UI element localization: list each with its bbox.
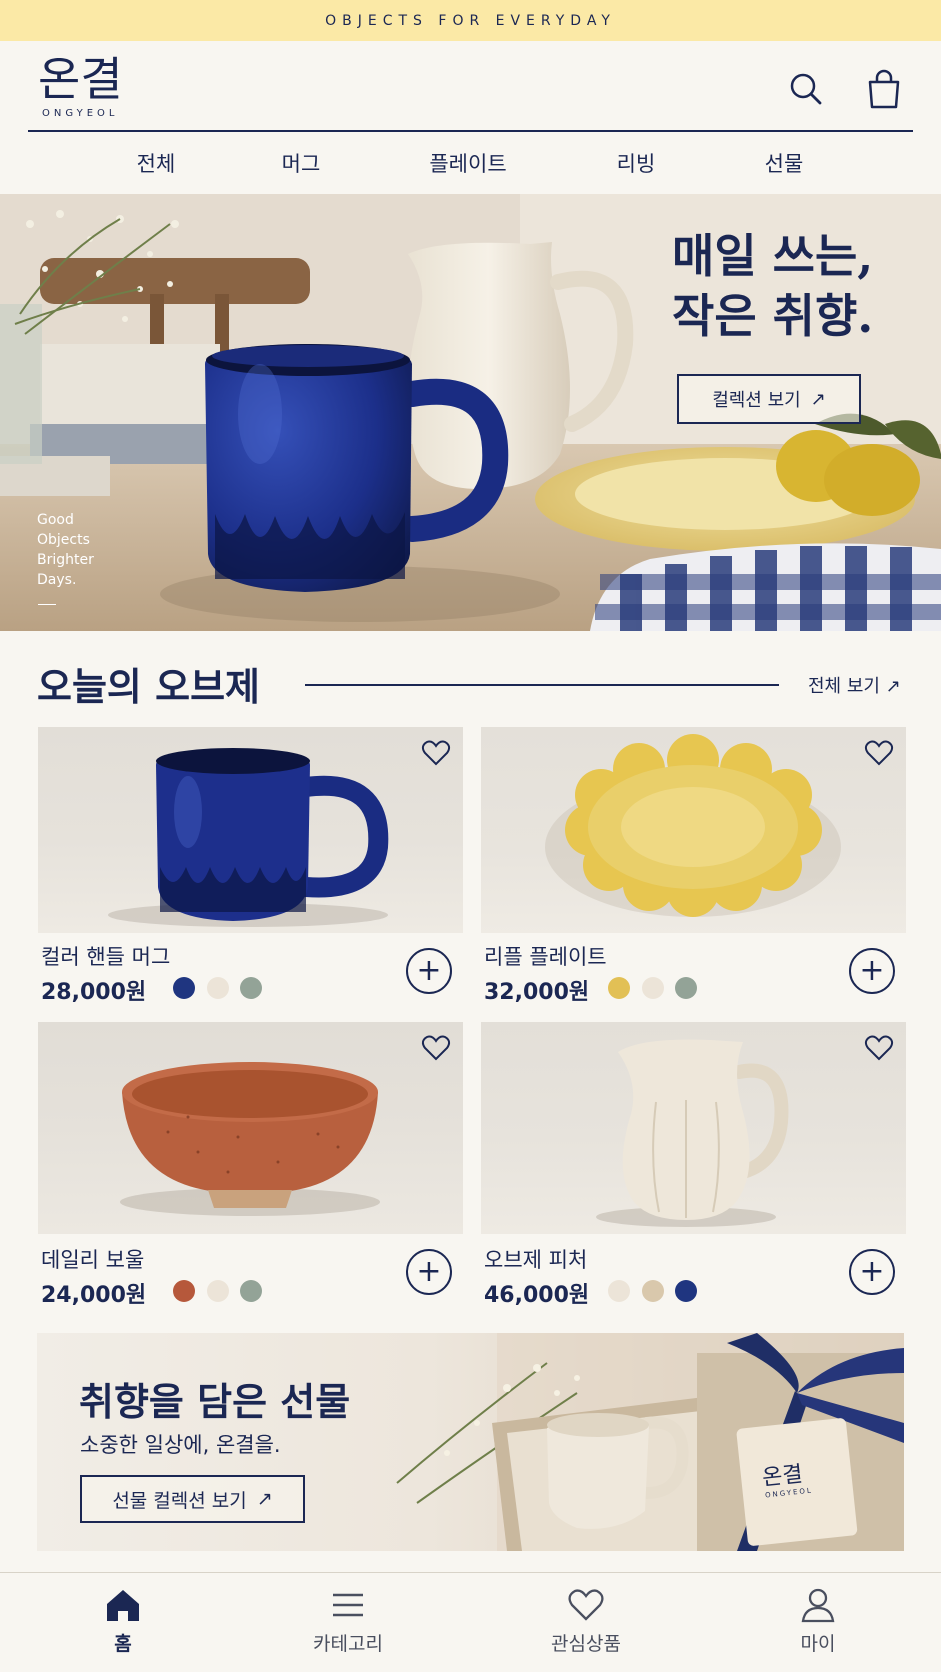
color-swatch[interactable] bbox=[173, 977, 195, 999]
wishlist-heart-icon[interactable] bbox=[864, 738, 894, 768]
hero-title: 매일 쓰는, 작은 취향. bbox=[672, 226, 873, 346]
hero-title-line2: 작은 취향. bbox=[672, 289, 874, 343]
product-price: 24,000원 bbox=[41, 1283, 147, 1308]
product-image-pitcher[interactable] bbox=[481, 1022, 906, 1234]
color-swatch[interactable] bbox=[608, 1280, 630, 1302]
arrow-up-right-icon: ↗ bbox=[256, 1488, 273, 1510]
arrow-up-right-icon: ↗ bbox=[885, 676, 901, 697]
view-all-label: 전체 보기 bbox=[808, 676, 880, 697]
nav-item-gift[interactable]: 선물 bbox=[765, 148, 804, 178]
user-icon bbox=[801, 1588, 835, 1623]
nav-item-all[interactable]: 전체 bbox=[137, 148, 176, 178]
section-title: 오늘의 오브제 bbox=[37, 664, 260, 709]
view-all-link[interactable]: 전체 보기 ↗ bbox=[808, 672, 901, 698]
wishlist-heart-icon[interactable] bbox=[421, 1033, 451, 1063]
bottom-nav: 홈 카테고리 관심상품 마이 bbox=[0, 1572, 941, 1672]
add-to-cart-button[interactable]: + bbox=[849, 948, 895, 994]
nav-item-mug[interactable]: 머그 bbox=[282, 148, 321, 178]
color-swatch[interactable] bbox=[608, 977, 630, 999]
product-name[interactable]: 컬러 핸들 머그 bbox=[41, 941, 170, 971]
bottom-nav-wishlist[interactable]: 관심상품 bbox=[526, 1587, 646, 1656]
hero-banner[interactable]: 매일 쓰는, 작은 취향. 컬렉션 보기 ↗ Good Objects Brig… bbox=[0, 194, 941, 631]
color-swatch[interactable] bbox=[240, 977, 262, 999]
gift-banner-title: 취향을 담은 선물 bbox=[79, 1379, 351, 1424]
product-name[interactable]: 오브제 피처 bbox=[484, 1244, 587, 1274]
nav-item-living[interactable]: 리빙 bbox=[617, 148, 656, 178]
color-swatch[interactable] bbox=[173, 1280, 195, 1302]
arrow-up-right-icon: ↗ bbox=[810, 388, 826, 410]
color-swatch[interactable] bbox=[642, 1280, 664, 1302]
home-icon bbox=[107, 1590, 139, 1621]
hero-side-line: Good bbox=[37, 512, 74, 528]
gift-collection-button[interactable]: 선물 컬렉션 보기 ↗ bbox=[80, 1475, 305, 1523]
add-to-cart-button[interactable]: + bbox=[406, 948, 452, 994]
add-to-cart-button[interactable]: + bbox=[849, 1249, 895, 1295]
announcement-bar: OBJECTS FOR EVERYDAY bbox=[0, 0, 941, 41]
color-swatch[interactable] bbox=[642, 977, 664, 999]
bottom-nav-label: 관심상품 bbox=[551, 1633, 621, 1655]
bottom-nav-label: 마이 bbox=[800, 1633, 836, 1655]
header: 온결 ONGYEOL bbox=[0, 41, 941, 131]
product-price: 28,000원 bbox=[41, 980, 147, 1005]
wishlist-heart-icon[interactable] bbox=[864, 1033, 894, 1063]
search-icon[interactable] bbox=[786, 69, 826, 109]
add-to-cart-button[interactable]: + bbox=[406, 1249, 452, 1295]
color-swatch[interactable] bbox=[207, 1280, 229, 1302]
hero-side-line: Days. bbox=[37, 572, 77, 588]
logo-subtitle: ONGYEOL bbox=[42, 108, 119, 119]
collection-button[interactable]: 컬렉션 보기 ↗ bbox=[677, 374, 861, 424]
product-price: 32,000원 bbox=[484, 980, 590, 1005]
color-swatch[interactable] bbox=[240, 1280, 262, 1302]
product-image-plate[interactable] bbox=[481, 727, 906, 933]
nav-item-plate[interactable]: 플레이트 bbox=[429, 148, 506, 178]
wishlist-heart-icon[interactable] bbox=[421, 738, 451, 768]
hero-side-line: Brighter bbox=[37, 552, 94, 568]
product-name[interactable]: 데일리 보울 bbox=[41, 1244, 144, 1274]
color-swatch[interactable] bbox=[675, 977, 697, 999]
color-swatch[interactable] bbox=[675, 1280, 697, 1302]
hero-side-rule bbox=[38, 604, 56, 605]
color-swatch[interactable] bbox=[207, 977, 229, 999]
gift-banner[interactable]: 온결 ONGYEOL 취향을 담은 선물 소중한 일상에, 온결을. 선물 컬렉… bbox=[37, 1333, 904, 1551]
hero-title-line1: 매일 쓰는, bbox=[672, 229, 874, 283]
heart-icon bbox=[568, 1589, 604, 1621]
gift-tag-logo: 온결 bbox=[761, 1461, 804, 1492]
gift-collection-button-label: 선물 컬렉션 보기 bbox=[112, 1489, 247, 1512]
menu-icon bbox=[333, 1593, 363, 1617]
bottom-nav-home[interactable]: 홈 bbox=[63, 1587, 183, 1656]
bottom-nav-my[interactable]: 마이 bbox=[758, 1587, 878, 1656]
logo[interactable]: 온결 bbox=[38, 49, 123, 109]
product-price: 46,000원 bbox=[484, 1283, 590, 1308]
announcement-text: OBJECTS FOR EVERYDAY bbox=[325, 12, 616, 29]
hero-side-line: Objects bbox=[37, 532, 90, 548]
product-image-mug[interactable] bbox=[38, 727, 463, 933]
bottom-nav-label: 홈 bbox=[114, 1633, 132, 1655]
bottom-nav-category[interactable]: 카테고리 bbox=[288, 1587, 408, 1656]
section-divider bbox=[305, 684, 779, 686]
product-name[interactable]: 리플 플레이트 bbox=[484, 941, 607, 971]
bottom-nav-label: 카테고리 bbox=[313, 1633, 383, 1655]
product-image-bowl[interactable] bbox=[38, 1022, 463, 1234]
shopping-bag-icon[interactable] bbox=[864, 69, 904, 109]
hero-side-text: Good Objects Brighter Days. bbox=[37, 510, 94, 590]
collection-button-label: 컬렉션 보기 bbox=[712, 390, 801, 411]
gift-banner-subtitle: 소중한 일상에, 온결을. bbox=[80, 1433, 281, 1457]
category-nav: 전체 머그 플레이트 리빙 선물 bbox=[0, 132, 941, 194]
